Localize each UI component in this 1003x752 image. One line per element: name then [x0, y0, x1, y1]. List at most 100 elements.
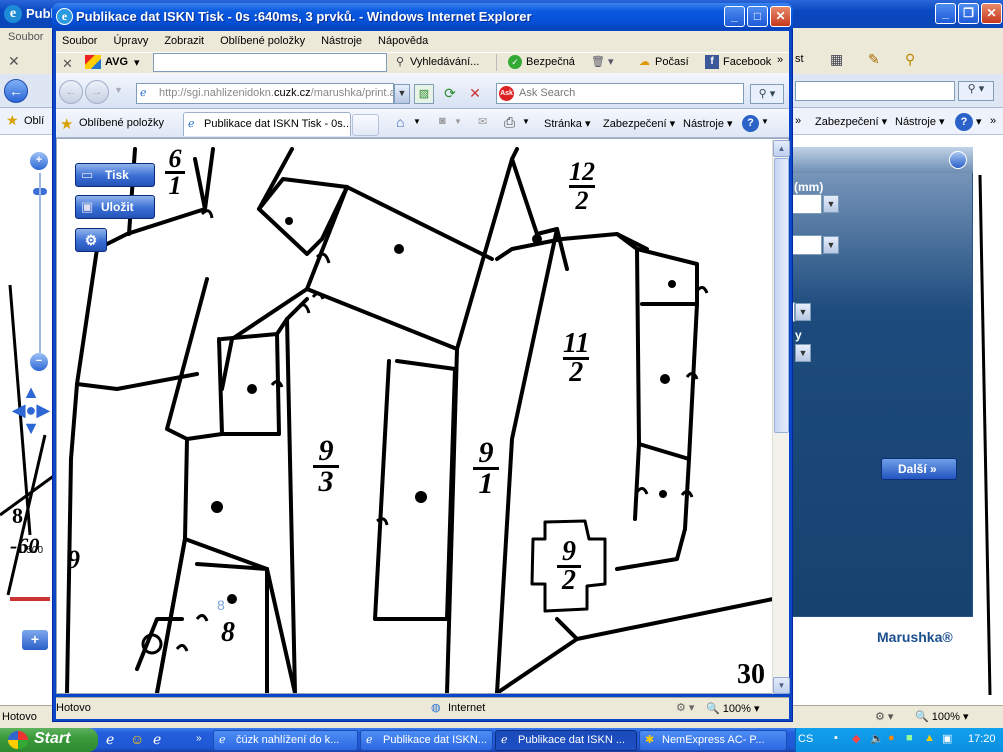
panel-select-1[interactable] — [792, 194, 822, 214]
expand-panel-button[interactable]: + — [22, 630, 48, 650]
zoom-out-icon[interactable]: − — [30, 353, 48, 371]
weather-button[interactable]: Počasí — [655, 56, 689, 68]
next-button[interactable]: Další » — [881, 458, 957, 480]
favorites-star-icon[interactable]: ★ — [6, 112, 19, 129]
safe-status[interactable]: Bezpečná — [526, 56, 575, 68]
new-tab-button[interactable] — [352, 114, 379, 136]
facebook-button[interactable]: Facebook — [723, 56, 771, 68]
pan-arrows-icon[interactable]: ▲ ◀●▶ ▼ — [10, 383, 52, 443]
avg-label[interactable]: AVG — [105, 56, 128, 68]
security-icon[interactable]: ⚙ ▾ — [676, 701, 694, 714]
avg-search-input[interactable] — [153, 53, 387, 72]
cadastral-map[interactable] — [57, 139, 773, 693]
tab-active[interactable]: Publikace dat ISKN Tisk - 0s... — [183, 112, 351, 136]
chevron-more-icon[interactable]: » — [990, 115, 996, 127]
favorites-button[interactable]: Oblíbené položky — [79, 117, 164, 129]
zoom-control[interactable]: 🔍 100% ▾ — [706, 702, 759, 715]
menu-nastroje[interactable]: Nástroje — [321, 35, 362, 52]
help-icon[interactable]: ? — [742, 115, 759, 132]
chevron-more-icon[interactable]: » — [777, 54, 783, 66]
notepad-icon[interactable]: ✎ — [868, 51, 880, 68]
menu-zobrazit[interactable]: Zobrazit — [164, 35, 204, 52]
volume-icon[interactable]: 🔈 — [870, 732, 884, 745]
scroll-thumb[interactable] — [774, 158, 789, 433]
scroll-up-arrow[interactable]: ▲ — [773, 140, 790, 157]
chevron-more-icon[interactable]: » — [795, 115, 801, 127]
favorites-partial-label[interactable]: Oblí — [24, 115, 44, 127]
taskbar-item[interactable]: NemExpress AC- P... — [639, 730, 787, 751]
tray-icon[interactable]: ● — [888, 732, 895, 744]
background-search-box[interactable] — [795, 81, 955, 101]
chevron-down-icon[interactable]: ▼ — [522, 117, 530, 126]
print-icon[interactable]: ⎙ — [504, 114, 515, 131]
minimize-icon[interactable]: _ — [724, 6, 745, 27]
menu-soubor[interactable]: Soubor — [8, 31, 43, 43]
rss-icon[interactable]: ◙ — [439, 115, 446, 127]
zoom-slider-track[interactable] — [39, 173, 41, 353]
chevron-more-icon[interactable]: » — [196, 733, 202, 744]
security-icon[interactable]: ⚙ ▾ — [875, 710, 893, 723]
ask-search-input[interactable]: Ask Search — [496, 83, 744, 104]
compatibility-icon[interactable]: ▧ — [414, 84, 434, 104]
taskbar-item-active[interactable]: Publikace dat ISKN ... — [495, 730, 637, 751]
tray-icon[interactable]: ■ — [906, 732, 913, 744]
network-icon[interactable]: ▣ — [942, 732, 952, 745]
avg-search-button[interactable]: Vyhledávání... — [410, 56, 479, 68]
back-icon[interactable]: ← — [59, 80, 83, 104]
menu-nastroje-bg[interactable]: Nástroje ▾ — [895, 115, 945, 128]
menu-oblibene[interactable]: Oblíbené položky — [220, 35, 305, 52]
home-icon[interactable]: ⌂ — [396, 114, 404, 130]
minimize-icon[interactable]: _ — [935, 3, 956, 24]
taskbar-item[interactable]: čúzk nahlížení do k... — [213, 730, 358, 751]
chevron-down-icon[interactable]: ▼ — [454, 117, 462, 126]
maximize-icon[interactable]: □ — [747, 6, 768, 27]
trash-icon[interactable]: 🗑 ▾ — [591, 55, 614, 68]
menu-upravy[interactable]: Úpravy — [113, 35, 148, 52]
tray-icon[interactable]: ▲ — [924, 732, 935, 744]
menu-zabezpeceni[interactable]: Zabezpečení ▾ — [603, 117, 675, 130]
quicklaunch-ie2-icon[interactable]: ℯ — [153, 731, 161, 748]
refresh-icon[interactable]: ⟳ — [440, 84, 460, 104]
chevron-down-icon[interactable]: ▼ — [114, 85, 123, 95]
menu-stranka[interactable]: Stránka ▾ — [544, 117, 591, 130]
maximize-icon[interactable]: ❐ — [958, 3, 979, 24]
back-icon[interactable]: ← — [4, 79, 28, 103]
help-icon[interactable]: ? — [955, 113, 973, 131]
vertical-scrollbar[interactable]: ▲ ▼ — [772, 140, 790, 694]
close-icon[interactable]: ✕ — [770, 6, 791, 27]
menu-soubor[interactable]: Soubor — [62, 35, 97, 52]
search-icon[interactable]: ⚲ ▾ — [750, 84, 784, 104]
quicklaunch-ie-icon[interactable]: ℯ — [106, 731, 114, 748]
chevron-down-icon[interactable]: ▼ — [761, 117, 769, 126]
search-icon[interactable]: ⚲ ▾ — [958, 81, 994, 101]
tray-icon[interactable]: ▪ — [834, 732, 838, 744]
chevron-down-icon[interactable]: ▼ — [413, 117, 421, 126]
calculator-icon[interactable]: ▦ — [830, 51, 843, 68]
close-toolbar-icon[interactable]: ✕ — [62, 56, 73, 72]
close-toolbar-icon[interactable]: ✕ — [8, 53, 20, 70]
chevron-down-icon[interactable]: ▾ — [976, 115, 982, 128]
mail-icon[interactable]: ✉ — [478, 115, 487, 128]
menu-zabezpeceni-bg[interactable]: Zabezpečení ▾ — [815, 115, 887, 128]
stop-icon[interactable]: ✕ — [465, 84, 485, 104]
quicklaunch-messenger-icon[interactable]: ☺ — [130, 731, 144, 747]
menu-napoveda[interactable]: Nápověda — [378, 35, 428, 52]
language-indicator[interactable]: CS — [798, 733, 813, 745]
zoom-in-icon[interactable]: + — [30, 152, 48, 170]
search-icon[interactable]: ⚲ — [396, 55, 404, 68]
scroll-down-arrow[interactable]: ▼ — [773, 677, 790, 694]
search-tool-icon[interactable]: ⚲ — [905, 51, 915, 68]
chevron-down-icon[interactable]: ▼ — [823, 195, 839, 213]
chevron-down-icon[interactable]: ▾ — [134, 56, 140, 69]
chevron-down-icon[interactable]: ▼ — [795, 344, 811, 362]
zoom-control[interactable]: 🔍 100% ▾ — [915, 710, 968, 723]
forward-icon[interactable]: → — [85, 80, 109, 104]
url-dropdown-button[interactable]: ▼ — [394, 84, 410, 104]
panel-toggle-icon[interactable] — [949, 151, 967, 169]
tray-icon[interactable]: ◆ — [852, 732, 860, 745]
close-icon[interactable]: ✕ — [981, 3, 1002, 24]
favorites-star-icon[interactable]: ★ — [60, 115, 73, 133]
panel-select-2[interactable] — [792, 235, 822, 255]
settings-button[interactable]: ⚙ — [75, 228, 107, 252]
url-input[interactable]: http://sgi.nahlizenidokn.cuzk.cz/marushk… — [136, 83, 394, 104]
